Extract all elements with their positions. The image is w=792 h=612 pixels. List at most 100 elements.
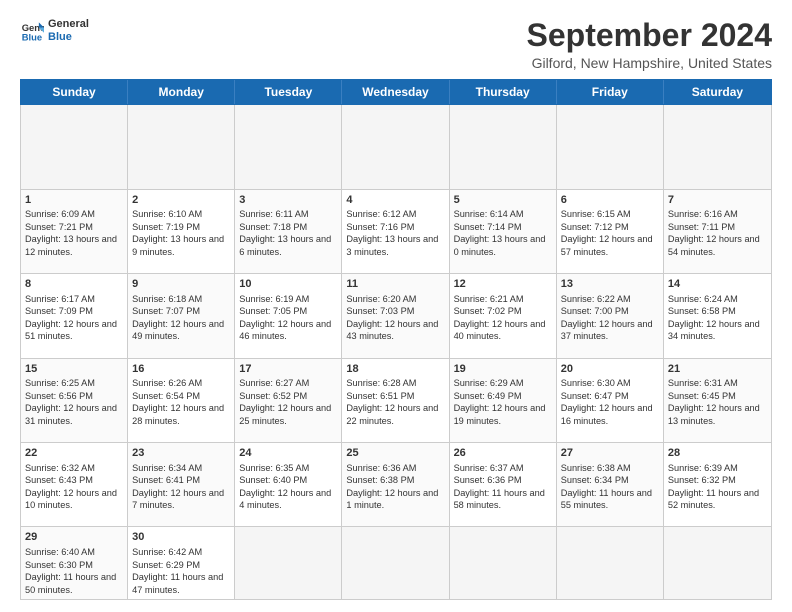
day-info: Sunrise: 6:42 AMSunset: 6:29 PMDaylight:…	[132, 546, 230, 596]
day-number: 24	[239, 446, 337, 461]
day-info: Sunrise: 6:36 AMSunset: 6:38 PMDaylight:…	[346, 462, 444, 512]
svg-text:Blue: Blue	[22, 32, 42, 43]
table-row: 17Sunrise: 6:27 AMSunset: 6:52 PMDayligh…	[235, 359, 342, 442]
day-info: Sunrise: 6:11 AMSunset: 7:18 PMDaylight:…	[239, 208, 337, 258]
table-row	[235, 105, 342, 188]
table-row	[664, 105, 771, 188]
day-number: 3	[239, 193, 337, 208]
day-info: Sunrise: 6:14 AMSunset: 7:14 PMDaylight:…	[454, 208, 552, 258]
table-row: 1Sunrise: 6:09 AMSunset: 7:21 PMDaylight…	[21, 190, 128, 273]
logo-text-blue: Blue	[48, 31, 89, 44]
day-number: 12	[454, 277, 552, 292]
day-number: 29	[25, 530, 123, 545]
calendar-page: General Blue General Blue September 2024…	[0, 0, 792, 612]
day-number: 14	[668, 277, 767, 292]
day-number: 2	[132, 193, 230, 208]
table-row: 22Sunrise: 6:32 AMSunset: 6:43 PMDayligh…	[21, 443, 128, 526]
day-info: Sunrise: 6:20 AMSunset: 7:03 PMDaylight:…	[346, 293, 444, 343]
table-row: 8Sunrise: 6:17 AMSunset: 7:09 PMDaylight…	[21, 274, 128, 357]
table-row: 2Sunrise: 6:10 AMSunset: 7:19 PMDaylight…	[128, 190, 235, 273]
day-info: Sunrise: 6:16 AMSunset: 7:11 PMDaylight:…	[668, 208, 767, 258]
table-row: 16Sunrise: 6:26 AMSunset: 6:54 PMDayligh…	[128, 359, 235, 442]
day-number: 8	[25, 277, 123, 292]
table-row	[557, 527, 664, 599]
header: General Blue General Blue September 2024…	[20, 18, 772, 71]
calendar-body: 1Sunrise: 6:09 AMSunset: 7:21 PMDaylight…	[20, 105, 772, 600]
day-number: 23	[132, 446, 230, 461]
header-sunday: Sunday	[21, 80, 128, 104]
calendar-week-1	[21, 105, 771, 189]
day-info: Sunrise: 6:19 AMSunset: 7:05 PMDaylight:…	[239, 293, 337, 343]
table-row: 5Sunrise: 6:14 AMSunset: 7:14 PMDaylight…	[450, 190, 557, 273]
day-info: Sunrise: 6:35 AMSunset: 6:40 PMDaylight:…	[239, 462, 337, 512]
day-number: 4	[346, 193, 444, 208]
table-row: 14Sunrise: 6:24 AMSunset: 6:58 PMDayligh…	[664, 274, 771, 357]
table-row: 9Sunrise: 6:18 AMSunset: 7:07 PMDaylight…	[128, 274, 235, 357]
day-info: Sunrise: 6:27 AMSunset: 6:52 PMDaylight:…	[239, 377, 337, 427]
day-number: 22	[25, 446, 123, 461]
month-title: September 2024	[527, 18, 772, 53]
table-row: 23Sunrise: 6:34 AMSunset: 6:41 PMDayligh…	[128, 443, 235, 526]
table-row: 21Sunrise: 6:31 AMSunset: 6:45 PMDayligh…	[664, 359, 771, 442]
day-info: Sunrise: 6:12 AMSunset: 7:16 PMDaylight:…	[346, 208, 444, 258]
calendar-week-5: 22Sunrise: 6:32 AMSunset: 6:43 PMDayligh…	[21, 443, 771, 527]
day-info: Sunrise: 6:39 AMSunset: 6:32 PMDaylight:…	[668, 462, 767, 512]
table-row: 12Sunrise: 6:21 AMSunset: 7:02 PMDayligh…	[450, 274, 557, 357]
day-number: 27	[561, 446, 659, 461]
day-number: 21	[668, 362, 767, 377]
table-row	[21, 105, 128, 188]
day-info: Sunrise: 6:28 AMSunset: 6:51 PMDaylight:…	[346, 377, 444, 427]
table-row	[342, 527, 449, 599]
day-info: Sunrise: 6:38 AMSunset: 6:34 PMDaylight:…	[561, 462, 659, 512]
day-number: 7	[668, 193, 767, 208]
table-row: 10Sunrise: 6:19 AMSunset: 7:05 PMDayligh…	[235, 274, 342, 357]
day-info: Sunrise: 6:09 AMSunset: 7:21 PMDaylight:…	[25, 208, 123, 258]
day-info: Sunrise: 6:37 AMSunset: 6:36 PMDaylight:…	[454, 462, 552, 512]
day-number: 11	[346, 277, 444, 292]
day-info: Sunrise: 6:30 AMSunset: 6:47 PMDaylight:…	[561, 377, 659, 427]
day-number: 1	[25, 193, 123, 208]
calendar-week-2: 1Sunrise: 6:09 AMSunset: 7:21 PMDaylight…	[21, 190, 771, 274]
day-info: Sunrise: 6:18 AMSunset: 7:07 PMDaylight:…	[132, 293, 230, 343]
day-number: 25	[346, 446, 444, 461]
day-number: 9	[132, 277, 230, 292]
table-row	[342, 105, 449, 188]
header-monday: Monday	[128, 80, 235, 104]
day-info: Sunrise: 6:34 AMSunset: 6:41 PMDaylight:…	[132, 462, 230, 512]
calendar-week-6: 29Sunrise: 6:40 AMSunset: 6:30 PMDayligh…	[21, 527, 771, 599]
table-row: 13Sunrise: 6:22 AMSunset: 7:00 PMDayligh…	[557, 274, 664, 357]
calendar-week-4: 15Sunrise: 6:25 AMSunset: 6:56 PMDayligh…	[21, 359, 771, 443]
table-row: 6Sunrise: 6:15 AMSunset: 7:12 PMDaylight…	[557, 190, 664, 273]
day-number: 6	[561, 193, 659, 208]
day-number: 10	[239, 277, 337, 292]
day-info: Sunrise: 6:22 AMSunset: 7:00 PMDaylight:…	[561, 293, 659, 343]
logo: General Blue General Blue	[20, 18, 89, 44]
day-number: 20	[561, 362, 659, 377]
day-info: Sunrise: 6:17 AMSunset: 7:09 PMDaylight:…	[25, 293, 123, 343]
day-info: Sunrise: 6:15 AMSunset: 7:12 PMDaylight:…	[561, 208, 659, 258]
table-row: 29Sunrise: 6:40 AMSunset: 6:30 PMDayligh…	[21, 527, 128, 599]
table-row: 11Sunrise: 6:20 AMSunset: 7:03 PMDayligh…	[342, 274, 449, 357]
table-row: 28Sunrise: 6:39 AMSunset: 6:32 PMDayligh…	[664, 443, 771, 526]
calendar-header: Sunday Monday Tuesday Wednesday Thursday…	[20, 79, 772, 105]
day-info: Sunrise: 6:25 AMSunset: 6:56 PMDaylight:…	[25, 377, 123, 427]
calendar: Sunday Monday Tuesday Wednesday Thursday…	[20, 79, 772, 600]
table-row	[128, 105, 235, 188]
logo-text-general: General	[48, 18, 89, 31]
table-row: 30Sunrise: 6:42 AMSunset: 6:29 PMDayligh…	[128, 527, 235, 599]
day-number: 16	[132, 362, 230, 377]
table-row: 18Sunrise: 6:28 AMSunset: 6:51 PMDayligh…	[342, 359, 449, 442]
day-number: 28	[668, 446, 767, 461]
table-row: 19Sunrise: 6:29 AMSunset: 6:49 PMDayligh…	[450, 359, 557, 442]
table-row: 7Sunrise: 6:16 AMSunset: 7:11 PMDaylight…	[664, 190, 771, 273]
logo-icon: General Blue	[20, 19, 44, 43]
day-number: 19	[454, 362, 552, 377]
day-number: 17	[239, 362, 337, 377]
header-friday: Friday	[557, 80, 664, 104]
day-number: 26	[454, 446, 552, 461]
table-row	[664, 527, 771, 599]
table-row: 15Sunrise: 6:25 AMSunset: 6:56 PMDayligh…	[21, 359, 128, 442]
location: Gilford, New Hampshire, United States	[527, 55, 772, 71]
table-row	[450, 527, 557, 599]
day-info: Sunrise: 6:31 AMSunset: 6:45 PMDaylight:…	[668, 377, 767, 427]
